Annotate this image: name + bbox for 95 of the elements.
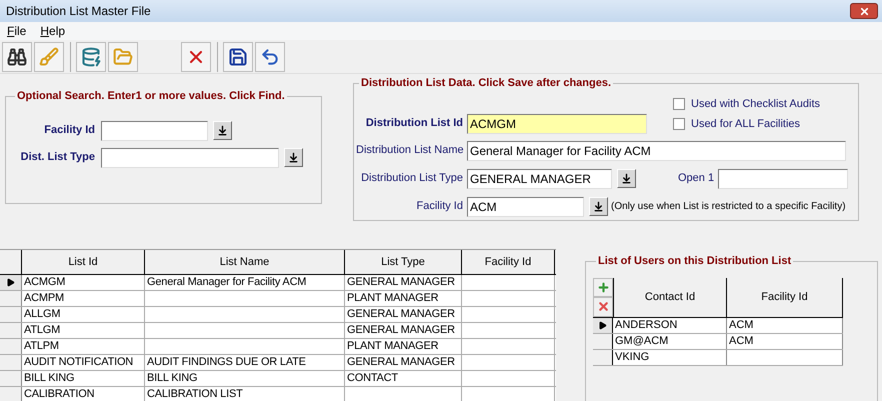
down-arrow-icon — [217, 125, 228, 136]
dropdown-button[interactable] — [589, 197, 608, 216]
input-field[interactable]: ACMGM — [467, 114, 647, 134]
table-cell: GM@ACM — [613, 334, 727, 348]
checkbox-label: Used with Checklist Audits — [691, 96, 820, 112]
table-cell: General Manager for Facility ACM — [145, 275, 345, 290]
input-field[interactable]: General Manager for Facility ACM — [467, 140, 846, 160]
table-row[interactable]: ATLGM GENERAL MANAGER — [0, 323, 556, 339]
toolbar-button[interactable] — [223, 42, 253, 72]
toolbar-button[interactable] — [181, 42, 211, 72]
column-header[interactable]: List Id — [22, 250, 145, 274]
input-field[interactable]: ACM — [467, 196, 584, 216]
table-cell: ACMPM — [22, 291, 145, 306]
table-row[interactable]: CALIBRATION CALIBRATION LIST — [0, 387, 556, 401]
undo-icon — [260, 46, 280, 66]
delete-icon — [596, 300, 610, 314]
table-row[interactable]: ATLPM PLANT MANAGER — [0, 339, 556, 355]
column-header[interactable]: Contact Id — [613, 278, 727, 316]
toolbar-button[interactable] — [255, 42, 285, 72]
table-row[interactable]: ACMGM General Manager for Facility ACM GENERAL MANAGER — [0, 275, 556, 291]
plus-icon — [596, 280, 610, 294]
input-field[interactable] — [718, 168, 848, 188]
table-cell: AUDIT FINDINGS DUE OR LATE — [145, 355, 345, 370]
table-row[interactable]: ANDERSON ACM — [593, 318, 843, 334]
table-cell: ATLPM — [22, 339, 145, 354]
group-title: Optional Search. Enter1 or more values. Click Find. — [16, 89, 286, 104]
toolbar-button[interactable] — [2, 42, 32, 72]
dropdown-button[interactable] — [617, 169, 636, 188]
column-header[interactable]: Facility Id — [462, 250, 555, 274]
add-button[interactable] — [593, 278, 613, 297]
checkbox[interactable] — [673, 98, 685, 110]
table-cell: GENERAL MANAGER — [345, 355, 462, 370]
table-cell: ALLGM — [22, 307, 145, 322]
checkbox[interactable] — [673, 118, 685, 130]
table-cell: ACMGM — [22, 275, 145, 290]
save-icon — [228, 46, 248, 66]
table-row[interactable]: ACMPM PLANT MANAGER — [0, 291, 556, 307]
table-cell: BILL KING — [22, 371, 145, 386]
field-label: Distribution List Id — [364, 116, 464, 132]
table-cell: ANDERSON — [613, 318, 727, 332]
table-cell: VKING — [613, 350, 727, 364]
menu-item[interactable]: Help — [40, 22, 66, 40]
table-cell: CALIBRATION — [22, 387, 145, 401]
note-text: (Only use when List is restricted to a specific Facility) — [611, 200, 846, 214]
field-label: Facility Id — [416, 199, 464, 214]
table-row[interactable]: GM@ACM ACM — [593, 334, 843, 350]
down-arrow-icon — [288, 152, 299, 163]
dropdown-button[interactable] — [213, 121, 232, 140]
folder-icon — [113, 46, 133, 66]
binoculars-icon — [7, 46, 27, 66]
checkbox-label: Used for ALL Facilities — [691, 117, 800, 132]
table-cell: CALIBRATION LIST — [145, 387, 345, 401]
menu-item[interactable]: File — [7, 22, 26, 40]
table-cell: ACM — [727, 334, 843, 348]
input-field[interactable] — [101, 148, 279, 168]
brush-icon — [39, 46, 59, 66]
table-row[interactable]: VKING — [593, 350, 843, 366]
table-cell: BILL KING — [145, 371, 345, 386]
table-cell: GENERAL MANAGER — [345, 275, 462, 290]
field-label: Distribution List Type — [360, 171, 464, 186]
table-cell: AUDIT NOTIFICATION — [22, 355, 145, 370]
table-cell: ACM — [727, 318, 843, 332]
field-label: Open 1 — [678, 171, 714, 186]
table-cell: GENERAL MANAGER — [345, 323, 462, 338]
column-header[interactable]: List Name — [145, 250, 345, 274]
field-label: Dist. List Type — [20, 150, 96, 166]
close-icon — [858, 6, 870, 16]
table-row[interactable]: BILL KING BILL KING CONTACT — [0, 371, 556, 387]
table-cell: PLANT MANAGER — [345, 291, 462, 306]
table-row[interactable]: ALLGM GENERAL MANAGER — [0, 307, 556, 323]
dropdown-button[interactable] — [284, 148, 303, 167]
input-field[interactable]: GENERAL MANAGER — [467, 168, 612, 188]
field-label: Facility Id — [43, 123, 96, 138]
down-arrow-icon — [621, 173, 632, 184]
column-header[interactable]: List Type — [345, 250, 462, 274]
table-cell: CONTACT — [345, 371, 462, 386]
group-title: List of Users on this Distribution List — [597, 254, 792, 269]
row-selector[interactable] — [593, 334, 613, 348]
row-pointer-icon — [6, 278, 15, 287]
field-label: Distribution List Name — [356, 143, 465, 158]
input-field[interactable] — [101, 120, 208, 140]
table-cell: ATLGM — [22, 323, 145, 338]
group-title: Distribution List Data. Click Save after changes. — [360, 76, 612, 91]
table-row[interactable]: AUDIT NOTIFICATION AUDIT FINDINGS DUE OR LATE GENERAL MANAGER — [0, 355, 556, 371]
close-button[interactable] — [850, 3, 878, 19]
window-title: Distribution List Master File — [6, 3, 152, 20]
column-header[interactable]: Facility Id — [727, 278, 843, 316]
row-selector[interactable] — [593, 318, 613, 332]
table-cell: GENERAL MANAGER — [345, 307, 462, 322]
row-pointer-icon — [598, 320, 607, 330]
down-arrow-icon — [593, 201, 604, 212]
table-cell: PLANT MANAGER — [345, 339, 462, 354]
row-selector[interactable] — [593, 350, 613, 364]
database-icon — [81, 46, 101, 66]
row-selector[interactable] — [0, 275, 22, 290]
